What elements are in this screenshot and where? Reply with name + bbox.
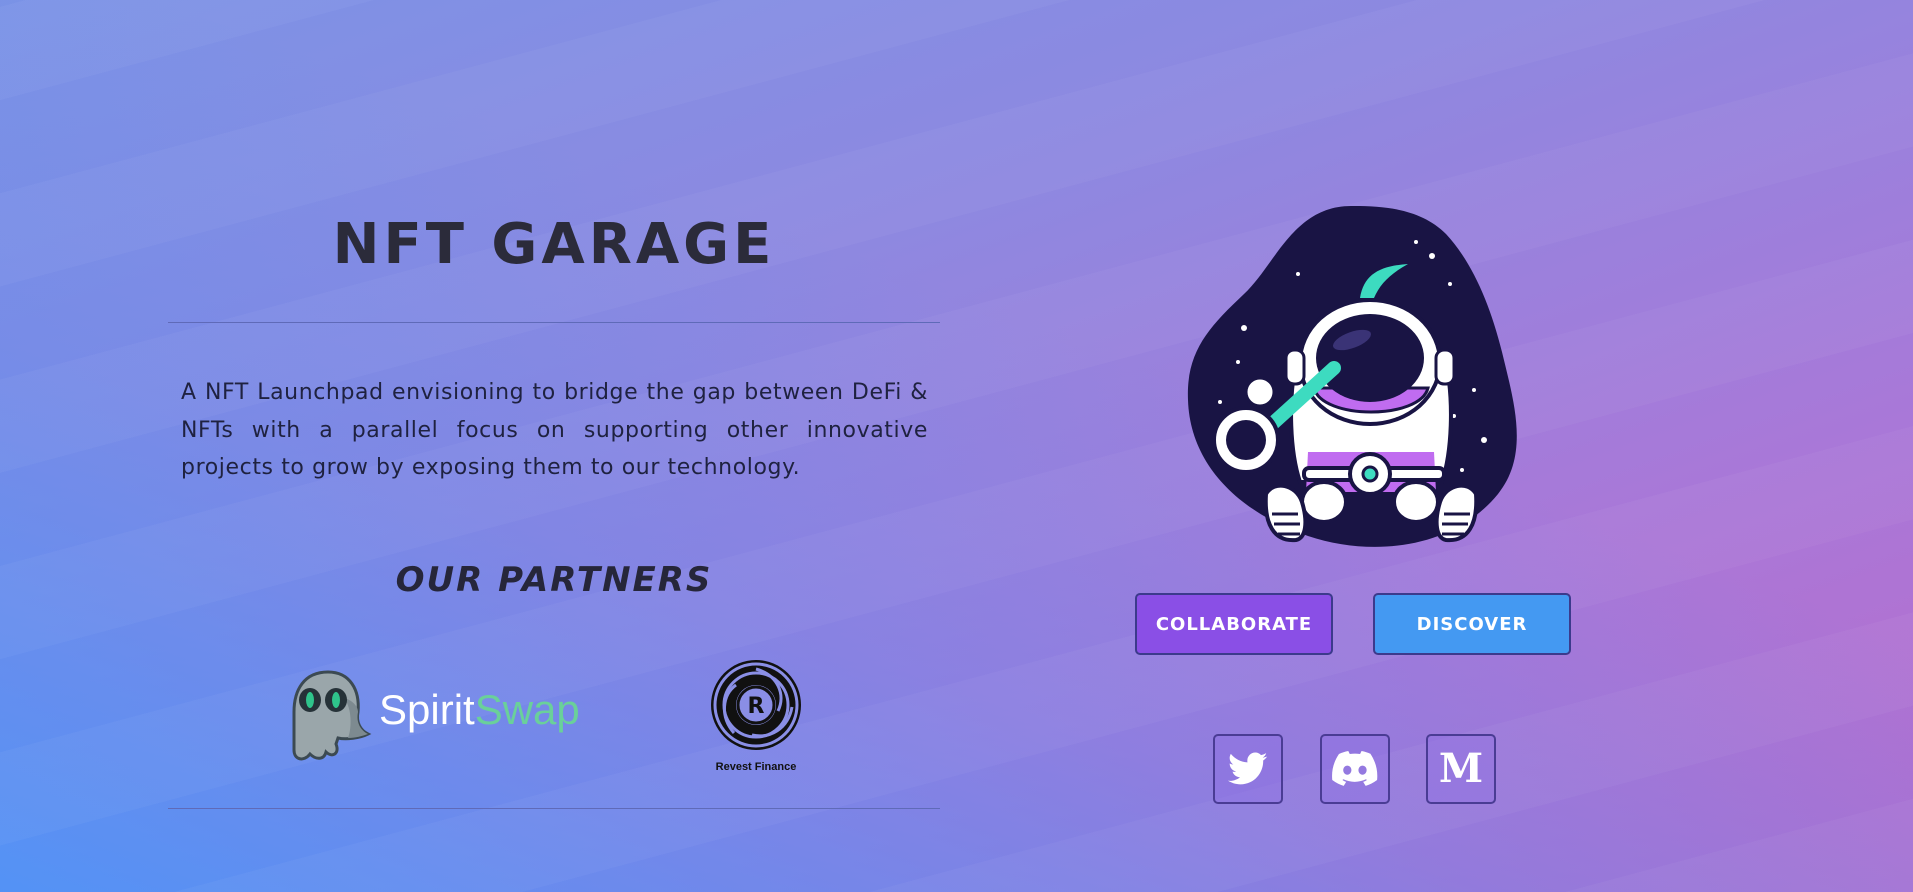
- astronaut-illustration: [1184, 202, 1524, 550]
- discord-link[interactable]: [1320, 734, 1390, 804]
- collaborate-button[interactable]: COLLABORATE: [1135, 593, 1333, 655]
- ghost-logo-icon: [292, 670, 372, 761]
- spiritswap-wordmark: SpiritSwap: [379, 686, 580, 734]
- twitter-icon: [1228, 752, 1268, 785]
- partner-spiritswap[interactable]: SpiritSwap: [286, 668, 586, 764]
- spiritswap-wordmark-part2: Swap: [474, 686, 580, 733]
- twitter-link[interactable]: [1213, 734, 1283, 804]
- medium-icon: M: [1438, 745, 1484, 792]
- svg-text:R: R: [748, 694, 765, 719]
- revest-logo-icon: R: [711, 660, 801, 750]
- discord-icon: [1332, 751, 1378, 786]
- divider-bottom: [168, 808, 940, 809]
- page-title: NFT GARAGE: [332, 212, 776, 277]
- partner-revest-finance[interactable]: R Revest Finance: [708, 655, 804, 779]
- discover-button[interactable]: DISCOVER: [1373, 593, 1571, 655]
- medium-link[interactable]: M: [1426, 734, 1496, 804]
- partners-heading: OUR PARTNERS: [395, 560, 713, 600]
- spiritswap-wordmark-part1: Spirit: [379, 686, 475, 733]
- revest-finance-label: Revest Finance: [715, 761, 797, 773]
- divider-top: [168, 322, 940, 323]
- hero-description: A NFT Launchpad envisioning to bridge th…: [181, 380, 928, 480]
